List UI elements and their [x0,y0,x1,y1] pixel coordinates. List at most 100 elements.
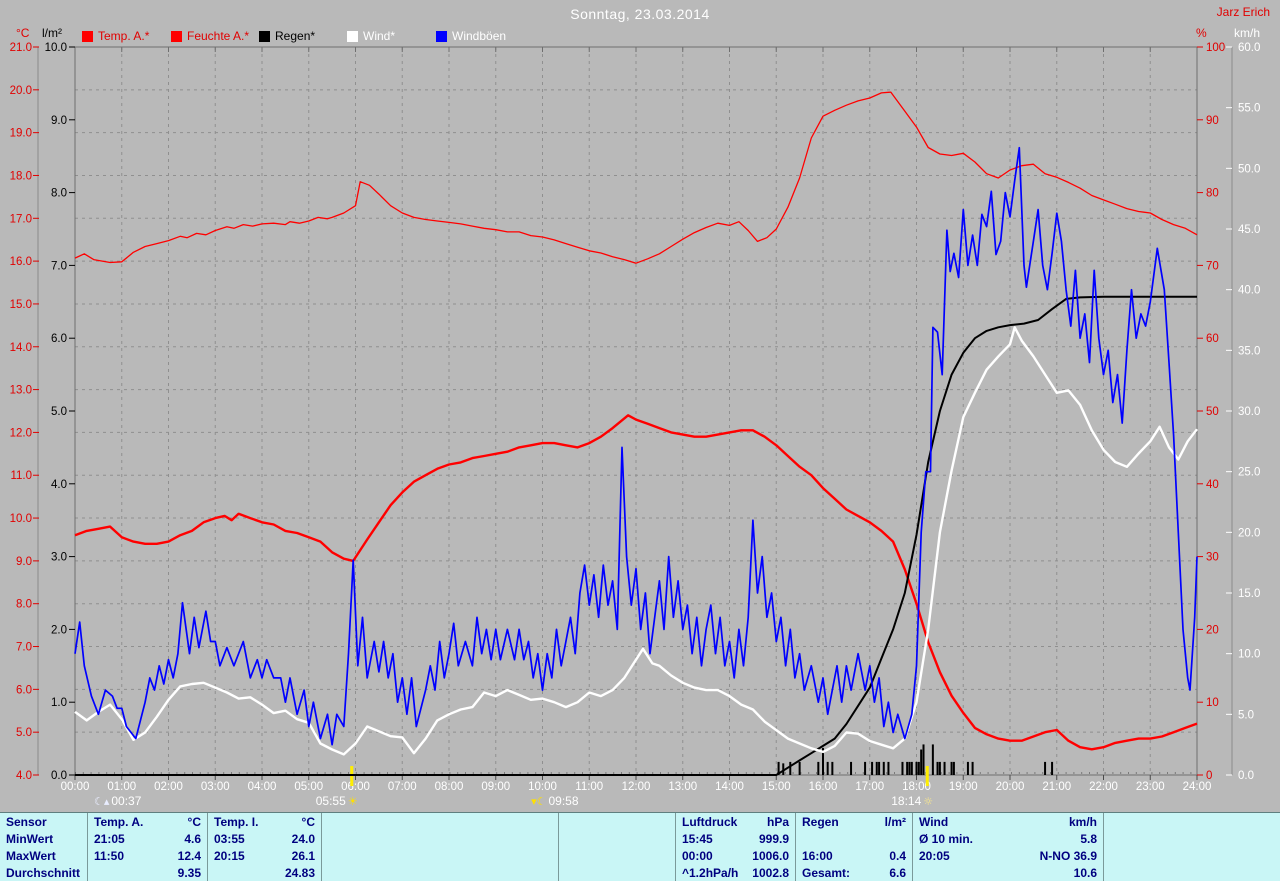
x-axis-label: 01:00 [107,781,136,793]
rain-axis-tick-label: 9.0 [51,115,67,127]
rain-bar [966,761,969,775]
temp-axis-tick-label: 18.0 [10,170,32,182]
rain-bar [906,761,909,775]
rain-bar [817,761,820,775]
rain-axis-tick-label: 4.0 [51,479,67,491]
marker-time-label: 18:14 [891,794,922,808]
temp-axis-tick-label: 11.0 [10,470,32,482]
temp-axis-tick-label: 8.0 [16,599,32,611]
table-row: 9.35 [88,864,207,881]
sensor-unit: °C [301,814,315,829]
x-axis-label: 07:00 [388,781,417,793]
wind-axis-tick-label: 0.0 [1238,770,1254,782]
table-cell-time: 16:00 [802,848,833,863]
table-cell-value: 6.6 [889,865,906,880]
table-cell-time: 03:55 [214,831,245,846]
table-cell-value: 999.9 [758,831,789,846]
humidity-axis-tick-label: 10 [1206,697,1219,709]
rain-bar [950,761,953,775]
moon-down-icon: ▾☾ [531,794,547,808]
sensor-unit: km/h [1068,814,1097,829]
wind-axis-tick-label: 20.0 [1238,527,1260,539]
table-cell-value: 24.83 [284,865,315,880]
table-row-label-text: Durchschnitt [6,865,81,880]
table-sensor-column-regen: Regen l/m² 16:00 0.4 Gesamt: 6.6 [796,813,913,881]
table-cell-value: N-NO 36.9 [1039,848,1097,863]
table-empty-column [322,813,559,881]
table-cell-value: 10.6 [1073,865,1097,880]
marker-0958: ▾☾ 09:58 [529,794,578,808]
rain-bar [922,744,925,775]
rain-bar [938,761,941,775]
table-row: ^1.2hPa/h 1002.8 [676,864,795,881]
x-axis-label: 12:00 [622,781,651,793]
table-cell-value: 1002.8 [752,865,789,880]
table-row-label: MaxWert [0,847,87,864]
sensor-name: Temp. A. [94,814,144,829]
temp-axis-tick-label: 20.0 [10,85,32,97]
sensor-unit: °C [187,814,201,829]
rain-bar [1044,761,1047,775]
x-axis-label: 24:00 [1183,781,1212,793]
wind-axis-tick-label: 25.0 [1238,467,1260,479]
wind-axis-tick-label: 45.0 [1238,224,1260,236]
table-row: 15:45 999.9 [676,830,795,847]
rain-bar [798,761,801,775]
rain-bar [901,761,904,775]
x-axis-label: 21:00 [1042,781,1071,793]
x-axis-label: 14:00 [715,781,744,793]
wind-axis-tick-label: 55.0 [1238,103,1260,115]
rain-bar [1051,761,1054,775]
table-row: 20:05 N-NO 36.9 [913,847,1103,864]
humidity-axis-tick-label: 30 [1206,552,1219,564]
temp-axis-tick-label: 7.0 [16,642,32,654]
x-axis-label: 08:00 [435,781,464,793]
rain-bar [789,761,792,775]
table-row: 24.83 [208,864,321,881]
table-cell-time: ^1.2hPa/h [682,865,739,880]
table-cell-value: 24.0 [291,831,315,846]
table-column-header: Temp. I. °C [208,813,321,830]
wind-axis-tick-label: 10.0 [1238,649,1260,661]
table-row: 00:00 1006.0 [676,847,795,864]
sun-icon: ☀ [347,794,358,808]
table-sensor-column-wind: Wind km/h Ø 10 min. 5.8 20:05 N-NO 36.9 10.6 [913,813,1104,881]
sunset-icon: ☼ [923,794,934,808]
marker-0555: 05:55 ☀ [316,794,360,808]
table-column-header: Temp. A. °C [88,813,207,830]
rain-bar [920,749,923,775]
rain-bar [826,761,829,775]
temp-axis-tick-label: 16.0 [10,256,32,268]
temp-axis-tick-label: 21.0 [10,42,32,54]
marker-time-label: 09:58 [548,794,579,808]
x-axis-label: 19:00 [949,781,978,793]
table-row-label-text: MinWert [6,831,54,846]
table-cell-time: Gesamt: [802,865,851,880]
rain-bar [864,761,867,775]
rain-bar [915,761,918,775]
weather-chart-window: Sonntag, 23.03.2014 Jarz Erich °C l/m² %… [0,0,1280,881]
x-axis-label: 03:00 [201,781,230,793]
rain-bar [971,761,974,775]
temp-axis-tick-label: 6.0 [16,684,32,696]
rain-bar [871,761,874,775]
humidity-axis-tick-label: 80 [1206,188,1219,200]
sun-moon-markers: ☾▴ 00:37 05:55 ☀ ▾☾ 09:58 18:14 ☼ [0,794,1280,810]
table-cell-value: 12.4 [177,848,201,863]
rain-axis-tick-label: 2.0 [51,624,67,636]
x-axis-label: 05:00 [294,781,323,793]
temp-axis-tick-label: 12.0 [10,427,32,439]
wind-axis-tick-label: 5.0 [1238,709,1254,721]
table-sensor-column-luftdruck: Luftdruck hPa 15:45 999.9 00:00 1006.0 ^1.2hPa… [676,813,796,881]
table-column-header: Luftdruck hPa [676,813,795,830]
rain-bar [952,761,955,775]
rain-bar [831,761,834,775]
temp-axis-tick-label: 4.0 [16,770,32,782]
temp-axis-tick-label: 14.0 [10,342,32,354]
x-axis-label: 16:00 [809,781,838,793]
sun-time-tick [925,766,929,786]
x-axis-label: 04:00 [248,781,277,793]
sensor-name: Luftdruck [682,814,738,829]
rain-bar [875,761,878,775]
wind-axis-tick-label: 35.0 [1238,345,1260,357]
